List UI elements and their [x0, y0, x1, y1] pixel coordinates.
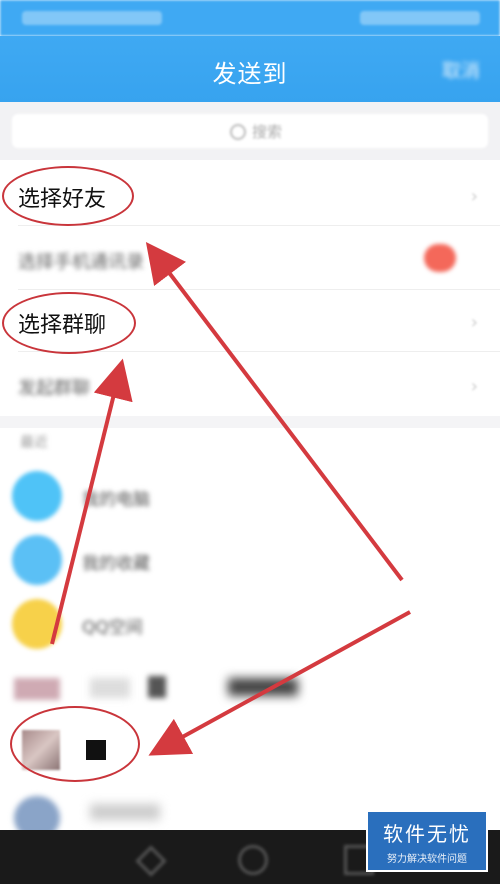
cancel-button[interactable]: 取消 [442, 56, 480, 83]
search-input[interactable]: 搜索 [12, 114, 488, 148]
chevron-right-icon: › [470, 312, 478, 333]
contact-name: 我的收藏 [82, 554, 150, 574]
contact-name: 我的电脑 [82, 490, 150, 510]
watermark-sub: 努力解决软件问题 [387, 854, 467, 865]
status-bar [0, 0, 500, 36]
contact-name: QQ空间 [82, 618, 143, 638]
redacted-text [90, 804, 160, 820]
chevron-right-icon: › [470, 186, 478, 207]
chevron-right-icon: › [470, 376, 478, 397]
menu-item-label: 发起群聊 [18, 378, 90, 399]
menu-item-phone-contacts[interactable]: 选择手机通讯录 [0, 228, 500, 290]
avatar [14, 678, 60, 700]
contact-row[interactable]: 我的收藏 [0, 528, 500, 592]
contact-row[interactable]: QQ空间 [0, 592, 500, 656]
status-bar-left [22, 11, 162, 25]
redacted-text [90, 678, 130, 698]
contact-row[interactable]: 我的电脑 [0, 464, 500, 528]
watermark-main: 软件无忧 [383, 822, 471, 846]
divider [18, 225, 500, 226]
menu-item-create-group-chat[interactable]: 发起群聊 › [0, 354, 500, 416]
search-placeholder: 搜索 [252, 123, 283, 141]
annotation-oval [10, 706, 140, 782]
back-icon[interactable] [135, 845, 167, 877]
redacted-text [148, 676, 166, 698]
annotation-oval [2, 166, 134, 226]
favorites-avatar-icon [12, 535, 62, 585]
page-title: 发送到 [212, 60, 288, 88]
computer-avatar-icon [12, 471, 62, 521]
watermark-logo: 软件无忧 努力解决软件问题 [366, 810, 488, 872]
search-icon [230, 124, 246, 140]
section-gap [0, 416, 500, 428]
annotation-oval [2, 292, 136, 354]
redacted-text [228, 678, 298, 696]
section-label-recent: 最近 [20, 435, 48, 451]
home-icon[interactable] [238, 845, 268, 875]
qzone-avatar-icon [12, 599, 62, 649]
notification-badge [424, 244, 456, 272]
search-area: 搜索 [0, 102, 500, 160]
status-bar-right [360, 11, 480, 25]
app-header: 发送到 取消 [0, 36, 500, 102]
menu-item-label: 选择手机通讯录 [18, 252, 144, 273]
